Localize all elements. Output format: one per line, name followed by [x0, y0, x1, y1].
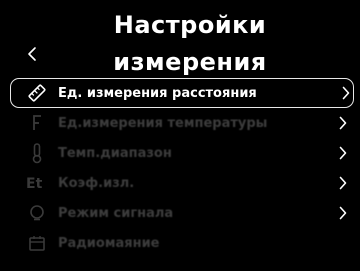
menu-item-label: Ед. измерения расстояния [58, 85, 257, 101]
page-title-line2: измерения [113, 48, 267, 76]
menu-item-label: Радиомаяние [58, 235, 160, 251]
page-title-line1: Настройки [113, 11, 267, 39]
back-button[interactable] [22, 42, 42, 66]
menu-item-temperature-unit[interactable]: Ед.измерения температуры [0, 108, 360, 138]
emissivity-icon: Et [26, 172, 48, 194]
menu-item-label: Коэф.изл. [58, 175, 135, 191]
settings-menu: Ед. измерения расстояния Ед.измерения те… [0, 78, 360, 258]
menu-item-emissivity[interactable]: Et Коэф.изл. [0, 168, 360, 198]
chevron-right-icon [339, 84, 353, 102]
alarm-icon [26, 202, 48, 224]
menu-item-label: Темп.диапазон [58, 145, 172, 161]
chevron-right-icon [336, 204, 350, 222]
menu-item-alarm-mode[interactable]: Режим сигнала [0, 198, 360, 228]
menu-item-temperature-range[interactable]: Темп.диапазон [0, 138, 360, 168]
menu-item-label: Ед.измерения температуры [58, 115, 268, 131]
temperature-unit-icon [26, 112, 48, 134]
svg-text:Et: Et [26, 176, 43, 192]
menu-item-label: Режим сигнала [58, 205, 174, 221]
thermometer-icon [26, 142, 48, 164]
chevron-left-icon [28, 47, 36, 61]
chevron-right-icon [336, 174, 350, 192]
chevron-right-icon [336, 144, 350, 162]
chevron-right-icon [336, 114, 350, 132]
measurement-settings-screen: Настройки измерения Ед. измерения рассто… [0, 0, 360, 271]
menu-item-distance-unit[interactable]: Ед. измерения расстояния [10, 78, 354, 108]
calendar-icon [26, 232, 48, 254]
menu-item-radiomayanie[interactable]: Радиомаяние [0, 228, 360, 258]
ruler-icon [26, 82, 48, 104]
